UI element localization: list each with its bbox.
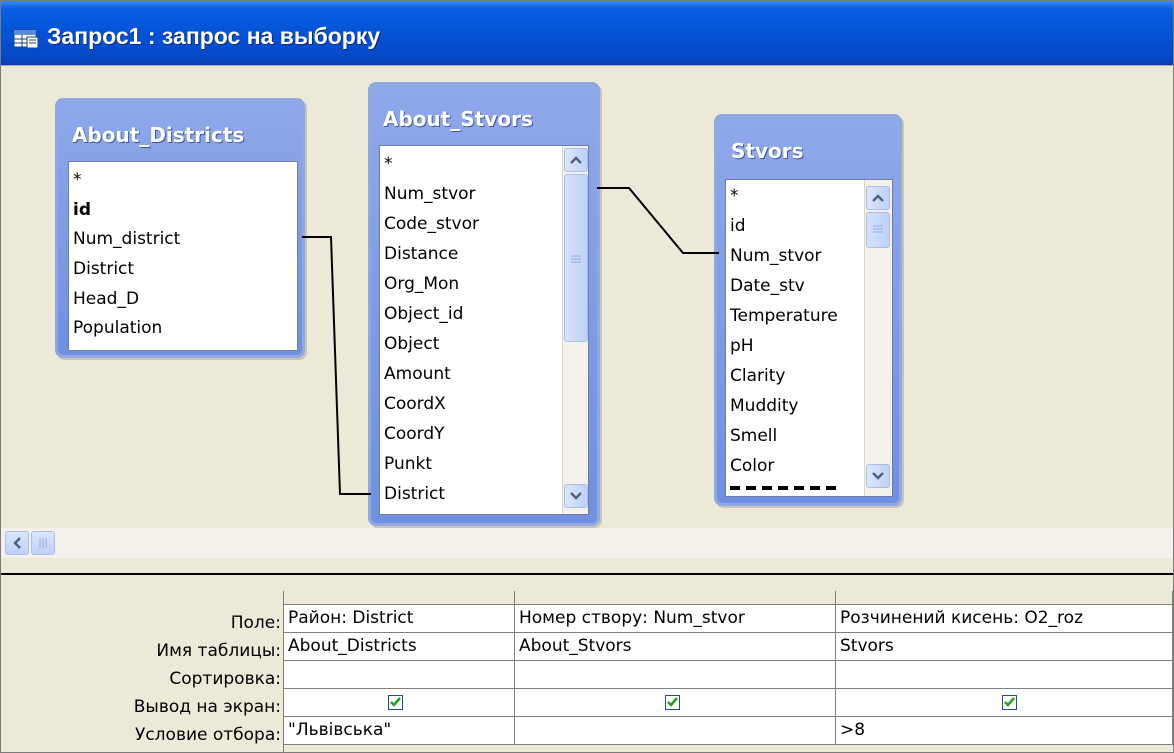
table-design-area[interactable]: About_Districts * id Num_district Distri… — [1, 65, 1173, 574]
query-design-window: Запрос1 : запрос на выборку About_Distri… — [0, 0, 1174, 753]
row-label-table: Имя таблицы: — [156, 641, 281, 661]
relationship-lines — [302, 187, 719, 495]
criteria-cell[interactable] — [515, 717, 836, 745]
chevron-left-icon — [13, 537, 21, 549]
field-cell[interactable]: Район: District — [284, 605, 515, 633]
horizontal-scrollbar[interactable] — [1, 528, 1173, 558]
table-cell[interactable]: Stvors — [836, 633, 1173, 661]
row-label-sort: Сортировка: — [169, 669, 281, 689]
sort-cell[interactable] — [515, 661, 836, 689]
checkmark-icon — [667, 697, 678, 707]
field-cell[interactable]: Розчинений кисень: O2_roz — [836, 605, 1173, 633]
show-cell[interactable] — [284, 689, 515, 717]
title-bar[interactable]: Запрос1 : запрос на выборку — [1, 1, 1173, 65]
row-label-field: Поле: — [230, 613, 281, 633]
show-checkbox[interactable] — [665, 695, 680, 710]
sort-cell[interactable] — [284, 661, 515, 689]
column-selector[interactable] — [284, 591, 515, 605]
grip-icon — [39, 538, 47, 548]
sort-cell[interactable] — [836, 661, 1173, 689]
table-cell[interactable]: About_Districts — [284, 633, 515, 661]
criteria-cell[interactable]: "Львівська" — [284, 717, 515, 745]
table-cell[interactable]: About_Stvors — [515, 633, 836, 661]
relationship-line — [302, 236, 371, 495]
checkmark-icon — [1004, 697, 1015, 707]
criteria-cell[interactable]: >8 — [836, 717, 1173, 745]
query-icon — [13, 29, 39, 49]
row-label-show: Вывод на экран: — [133, 697, 281, 717]
scroll-thumb-horizontal[interactable] — [31, 531, 55, 555]
row-label-criteria: Условие отбора: — [134, 725, 281, 745]
scroll-left-button[interactable] — [5, 531, 29, 555]
column-selector[interactable] — [836, 591, 1173, 605]
field-cell[interactable]: Номер створу: Num_stvor — [515, 605, 836, 633]
query-grid: Поле: Имя таблицы: Сортировка: Вывод на … — [1, 583, 1173, 752]
relationship-line — [597, 187, 719, 254]
window-title: Запрос1 : запрос на выборку — [47, 23, 381, 49]
show-checkbox[interactable] — [388, 695, 403, 710]
show-checkbox[interactable] — [1002, 695, 1017, 710]
show-cell[interactable] — [515, 689, 836, 717]
checkmark-icon — [390, 697, 401, 707]
show-cell[interactable] — [836, 689, 1173, 717]
column-selector[interactable] — [515, 591, 836, 605]
